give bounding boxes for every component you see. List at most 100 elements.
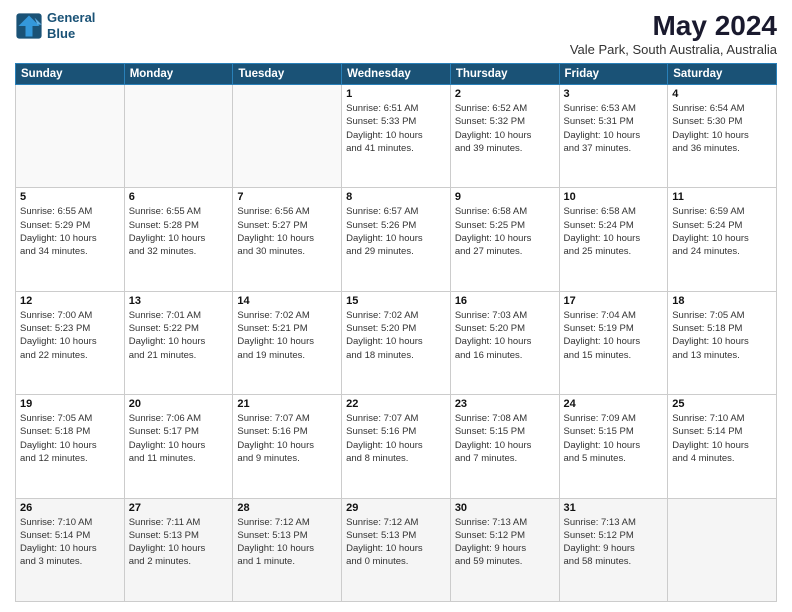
calendar-cell: 24Sunrise: 7:09 AM Sunset: 5:15 PM Dayli… [559,395,668,498]
day-number: 21 [237,398,337,410]
day-number: 12 [20,295,120,307]
day-header-friday: Friday [559,64,668,85]
day-info: Sunrise: 7:03 AM Sunset: 5:20 PM Dayligh… [455,309,555,362]
calendar-cell: 27Sunrise: 7:11 AM Sunset: 5:13 PM Dayli… [124,498,233,601]
day-info: Sunrise: 7:12 AM Sunset: 5:13 PM Dayligh… [237,516,337,569]
calendar-cell: 14 Sunrise: 7:02 AM Sunset: 5:21 PM Dayli… [233,291,342,394]
logo-line1: General [47,10,95,25]
day-info: Sunrise: 7:10 AM Sunset: 5:14 PM Dayligh… [672,412,772,465]
day-info: Sunrise: 6:51 AM Sunset: 5:33 PM Dayligh… [346,102,446,155]
page: General Blue May 2024 Vale Park, South A… [0,0,792,612]
day-number: 13 [129,295,229,307]
day-info: Sunrise: 6:57 AM Sunset: 5:26 PM Dayligh… [346,205,446,258]
day-number: 9 [455,191,555,203]
calendar-cell: 18 Sunrise: 7:05 AM Sunset: 5:18 PM Dayli… [668,291,777,394]
day-number: 2 [455,88,555,100]
calendar-cell [233,85,342,188]
calendar-cell: 15 Sunrise: 7:02 AM Sunset: 5:20 PM Dayli… [342,291,451,394]
day-header-monday: Monday [124,64,233,85]
calendar-cell: 10Sunrise: 6:58 AM Sunset: 5:24 PM Dayli… [559,188,668,291]
day-info: Sunrise: 7:07 AM Sunset: 5:16 PM Dayligh… [237,412,337,465]
day-number: 11 [672,191,772,203]
day-info: Sunrise: 7:01 AM Sunset: 5:22 PM Dayligh… [129,309,229,362]
day-info: Sunrise: 6:59 AM Sunset: 5:24 PM Dayligh… [672,205,772,258]
day-number: 30 [455,502,555,514]
day-number: 22 [346,398,446,410]
day-number: 6 [129,191,229,203]
day-number: 16 [455,295,555,307]
calendar-cell: 6Sunrise: 6:55 AM Sunset: 5:28 PM Daylig… [124,188,233,291]
calendar-cell: 28 Sunrise: 7:12 AM Sunset: 5:13 PM Dayli… [233,498,342,601]
calendar-cell: 30 Sunrise: 7:13 AM Sunset: 5:12 PM Dayli… [450,498,559,601]
day-number: 5 [20,191,120,203]
day-number: 3 [564,88,664,100]
day-number: 31 [564,502,664,514]
title-block: May 2024 Vale Park, South Australia, Aus… [570,10,777,57]
calendar-cell: 20 Sunrise: 7:06 AM Sunset: 5:17 PM Dayli… [124,395,233,498]
subtitle: Vale Park, South Australia, Australia [570,42,777,57]
logo: General Blue [15,10,95,41]
calendar-cell: 11 Sunrise: 6:59 AM Sunset: 5:24 PM Dayli… [668,188,777,291]
day-number: 24 [564,398,664,410]
day-header-thursday: Thursday [450,64,559,85]
calendar-cell: 9 Sunrise: 6:58 AM Sunset: 5:25 PM Daylig… [450,188,559,291]
day-number: 20 [129,398,229,410]
calendar-cell: 3 Sunrise: 6:53 AM Sunset: 5:31 PM Daylig… [559,85,668,188]
logo-icon [15,12,43,40]
day-header-tuesday: Tuesday [233,64,342,85]
day-number: 23 [455,398,555,410]
calendar-cell: 17Sunrise: 7:04 AM Sunset: 5:19 PM Dayli… [559,291,668,394]
calendar-cell: 13 Sunrise: 7:01 AM Sunset: 5:22 PM Dayli… [124,291,233,394]
day-number: 25 [672,398,772,410]
day-number: 28 [237,502,337,514]
day-number: 19 [20,398,120,410]
day-header-wednesday: Wednesday [342,64,451,85]
calendar-cell: 1 Sunrise: 6:51 AM Sunset: 5:33 PM Daylig… [342,85,451,188]
day-info: Sunrise: 7:12 AM Sunset: 5:13 PM Dayligh… [346,516,446,569]
day-info: Sunrise: 7:13 AM Sunset: 5:12 PM Dayligh… [455,516,555,569]
calendar-cell: 21 Sunrise: 7:07 AM Sunset: 5:16 PM Dayli… [233,395,342,498]
day-info: Sunrise: 7:10 AM Sunset: 5:14 PM Dayligh… [20,516,120,569]
calendar-week-2: 5 Sunrise: 6:55 AM Sunset: 5:29 PM Daylig… [16,188,777,291]
day-info: Sunrise: 7:11 AM Sunset: 5:13 PM Dayligh… [129,516,229,569]
day-header-saturday: Saturday [668,64,777,85]
day-info: Sunrise: 6:54 AM Sunset: 5:30 PM Dayligh… [672,102,772,155]
day-number: 14 [237,295,337,307]
calendar-cell: 23 Sunrise: 7:08 AM Sunset: 5:15 PM Dayli… [450,395,559,498]
calendar-week-3: 12 Sunrise: 7:00 AM Sunset: 5:23 PM Dayli… [16,291,777,394]
day-info: Sunrise: 6:58 AM Sunset: 5:25 PM Dayligh… [455,205,555,258]
day-number: 26 [20,502,120,514]
day-info: Sunrise: 6:56 AM Sunset: 5:27 PM Dayligh… [237,205,337,258]
day-number: 8 [346,191,446,203]
calendar-week-1: 1 Sunrise: 6:51 AM Sunset: 5:33 PM Daylig… [16,85,777,188]
logo-text: General Blue [47,10,95,41]
day-info: Sunrise: 6:55 AM Sunset: 5:29 PM Dayligh… [20,205,120,258]
calendar-cell: 16 Sunrise: 7:03 AM Sunset: 5:20 PM Dayli… [450,291,559,394]
day-number: 10 [564,191,664,203]
day-number: 18 [672,295,772,307]
header: General Blue May 2024 Vale Park, South A… [15,10,777,57]
calendar-week-4: 19 Sunrise: 7:05 AM Sunset: 5:18 PM Dayli… [16,395,777,498]
calendar-cell: 8 Sunrise: 6:57 AM Sunset: 5:26 PM Daylig… [342,188,451,291]
day-info: Sunrise: 7:02 AM Sunset: 5:21 PM Dayligh… [237,309,337,362]
day-info: Sunrise: 7:05 AM Sunset: 5:18 PM Dayligh… [20,412,120,465]
day-info: Sunrise: 7:05 AM Sunset: 5:18 PM Dayligh… [672,309,772,362]
calendar-cell: 25 Sunrise: 7:10 AM Sunset: 5:14 PM Dayli… [668,395,777,498]
day-info: Sunrise: 7:00 AM Sunset: 5:23 PM Dayligh… [20,309,120,362]
day-info: Sunrise: 6:53 AM Sunset: 5:31 PM Dayligh… [564,102,664,155]
main-title: May 2024 [570,10,777,42]
day-number: 15 [346,295,446,307]
calendar-cell: 19 Sunrise: 7:05 AM Sunset: 5:18 PM Dayli… [16,395,125,498]
day-info: Sunrise: 7:02 AM Sunset: 5:20 PM Dayligh… [346,309,446,362]
day-info: Sunrise: 7:06 AM Sunset: 5:17 PM Dayligh… [129,412,229,465]
calendar-cell: 26 Sunrise: 7:10 AM Sunset: 5:14 PM Dayli… [16,498,125,601]
day-info: Sunrise: 7:08 AM Sunset: 5:15 PM Dayligh… [455,412,555,465]
calendar-cell: 22Sunrise: 7:07 AM Sunset: 5:16 PM Dayli… [342,395,451,498]
calendar-cell: 7Sunrise: 6:56 AM Sunset: 5:27 PM Daylig… [233,188,342,291]
day-number: 1 [346,88,446,100]
day-number: 29 [346,502,446,514]
day-number: 4 [672,88,772,100]
day-number: 17 [564,295,664,307]
calendar-header-row: SundayMondayTuesdayWednesdayThursdayFrid… [16,64,777,85]
calendar-cell: 12 Sunrise: 7:00 AM Sunset: 5:23 PM Dayli… [16,291,125,394]
